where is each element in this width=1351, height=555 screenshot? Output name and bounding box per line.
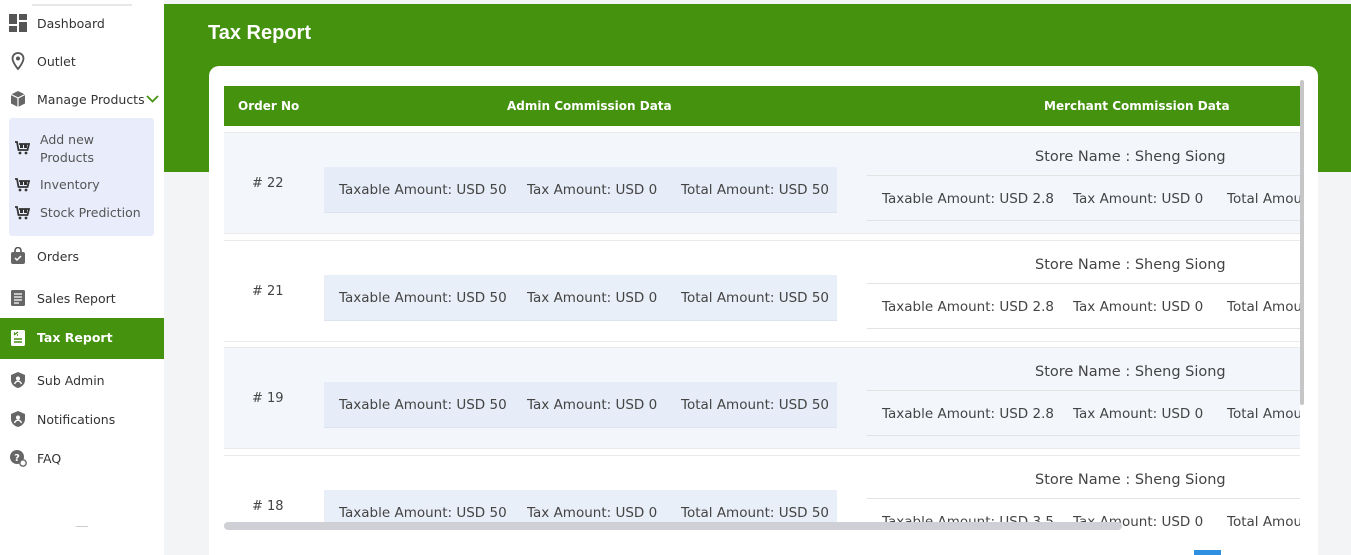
pagination-indicator[interactable]: [1194, 550, 1221, 555]
sidebar-item-manage-products[interactable]: Manage Products: [0, 89, 164, 109]
order-number: # 19: [252, 391, 284, 406]
merchant-total-amount: Total Amou: [1227, 191, 1300, 207]
sidebar-item-label: Sub Admin: [37, 372, 105, 388]
admin-taxable-amount: Taxable Amount: USD 50: [339, 290, 507, 306]
admin-total-amount: Total Amount: USD 50: [681, 505, 830, 521]
submenu-item-label: Inventory: [40, 177, 100, 192]
sidebar-item-dashboard[interactable]: Dashboard: [0, 13, 164, 33]
header-admin-commission: Admin Commission Data: [507, 99, 672, 113]
sidebar-item-label: Manage Products: [37, 91, 145, 107]
vertical-scrollbar[interactable]: [1300, 80, 1304, 405]
admin-commission-data: Taxable Amount: USD 50 Tax Amount: USD 0…: [324, 490, 837, 526]
merchant-tax-amount: Tax Amount: USD 0: [1073, 299, 1204, 315]
admin-taxable-amount: Taxable Amount: USD 50: [339, 397, 507, 413]
merchant-total-amount: Total Amou: [1227, 299, 1300, 315]
sidebar-item-tax-report[interactable]: Tax Report: [0, 318, 164, 359]
header-merchant-commission: Merchant Commission Data: [1044, 99, 1230, 113]
horizontal-scrollbar[interactable]: [224, 522, 1122, 530]
sidebar-top-divider: [32, 4, 132, 6]
sidebar-item-outlet[interactable]: Outlet: [0, 51, 164, 71]
cart-icon: [14, 205, 30, 221]
tax-report-table[interactable]: Order No Admin Commission Data Merchant …: [224, 86, 1300, 526]
store-name: Store Name : Sheng Siong: [1035, 472, 1226, 488]
admin-commission-data: Taxable Amount: USD 50 Tax Amount: USD 0…: [324, 275, 837, 321]
merchant-taxable-amount: Taxable Amount: USD 2.8: [882, 299, 1054, 315]
store-name: Store Name : Sheng Siong: [1035, 364, 1226, 380]
merchant-total-amount: Total Amou: [1227, 514, 1300, 526]
admin-taxable-amount: Taxable Amount: USD 50: [339, 182, 507, 198]
table-row[interactable]: # 21 Taxable Amount: USD 50 Tax Amount: …: [224, 240, 1300, 342]
admin-total-amount: Total Amount: USD 50: [681, 182, 830, 198]
sidebar-item-sales-report[interactable]: Sales Report: [0, 288, 164, 308]
admin-total-amount: Total Amount: USD 50: [681, 397, 830, 413]
shopping-bag-icon: [9, 247, 27, 265]
sidebar-item-label: Notifications: [37, 411, 116, 427]
store-name: Store Name : Sheng Siong: [1035, 257, 1226, 273]
submenu-item-label: Stock Prediction: [40, 205, 141, 220]
merchant-commission-data: Taxable Amount: USD 2.8 Tax Amount: USD …: [867, 283, 1300, 329]
cart-icon: [14, 177, 30, 193]
sidebar-item-sub-admin[interactable]: Sub Admin: [0, 370, 164, 390]
submenu-item-inventory[interactable]: Inventory: [9, 176, 154, 196]
sidebar-item-label: Tax Report: [37, 330, 113, 345]
cart-icon: [14, 140, 30, 156]
merchant-commission-data: Taxable Amount: USD 2.8 Tax Amount: USD …: [867, 390, 1300, 436]
submenu-item-stock-prediction[interactable]: Stock Prediction: [9, 204, 154, 224]
location-pin-icon: [9, 52, 27, 70]
order-number: # 18: [252, 499, 284, 514]
sidebar-item-label: Dashboard: [37, 15, 105, 31]
report-icon: [9, 289, 27, 307]
store-name: Store Name : Sheng Siong: [1035, 149, 1226, 165]
admin-tax-amount: Tax Amount: USD 0: [527, 505, 658, 521]
sidebar-item-notifications[interactable]: Notifications: [0, 409, 164, 429]
table-row[interactable]: # 19 Taxable Amount: USD 50 Tax Amount: …: [224, 347, 1300, 449]
sidebar-item-label: Sales Report: [37, 290, 116, 306]
sidebar-bottom-divider: [76, 526, 88, 527]
sidebar-item-label: FAQ: [37, 450, 62, 466]
header-order-no: Order No: [238, 99, 300, 113]
chevron-down-icon[interactable]: [146, 93, 159, 108]
admin-commission-data: Taxable Amount: USD 50 Tax Amount: USD 0…: [324, 167, 837, 213]
sidebar-item-faq[interactable]: ? FAQ: [0, 448, 164, 468]
products-icon: [9, 90, 27, 108]
merchant-taxable-amount: Taxable Amount: USD 2.8: [882, 191, 1054, 207]
merchant-commission-data: Taxable Amount: USD 2.8 Tax Amount: USD …: [867, 175, 1300, 221]
admin-total-amount: Total Amount: USD 50: [681, 290, 830, 306]
faq-icon: ?: [9, 449, 27, 467]
admin-tax-amount: Tax Amount: USD 0: [527, 290, 658, 306]
order-number: # 22: [252, 176, 284, 191]
submenu-item-label: Add new Products: [40, 132, 95, 165]
merchant-tax-amount: Tax Amount: USD 0: [1073, 406, 1204, 422]
merchant-total-amount: Total Amou: [1227, 406, 1300, 422]
tax-report-icon: [9, 329, 27, 347]
sidebar-item-orders[interactable]: Orders: [0, 246, 164, 266]
order-number: # 21: [252, 284, 284, 299]
merchant-taxable-amount: Taxable Amount: USD 2.8: [882, 406, 1054, 422]
admin-tax-amount: Tax Amount: USD 0: [527, 397, 658, 413]
sidebar: Dashboard Outlet Manage Products Add new…: [0, 0, 164, 555]
sidebar-item-label: Outlet: [37, 53, 76, 69]
table-row[interactable]: # 22 Taxable Amount: USD 50 Tax Amount: …: [224, 132, 1300, 234]
notification-shield-icon: [9, 410, 27, 428]
table-row[interactable]: # 18 Taxable Amount: USD 50 Tax Amount: …: [224, 455, 1300, 526]
shield-user-icon: [9, 371, 27, 389]
admin-tax-amount: Tax Amount: USD 0: [527, 182, 658, 198]
merchant-tax-amount: Tax Amount: USD 0: [1073, 191, 1204, 207]
submenu-item-add-new-products[interactable]: Add new Products: [9, 130, 154, 168]
table-header: Order No Admin Commission Data Merchant …: [224, 86, 1300, 126]
sidebar-item-label: Orders: [37, 248, 80, 264]
admin-taxable-amount: Taxable Amount: USD 50: [339, 505, 507, 521]
dashboard-icon: [9, 14, 27, 32]
manage-products-submenu: Add new Products Inventory Stock Predict…: [9, 118, 154, 236]
page-title: Tax Report: [208, 22, 311, 44]
admin-commission-data: Taxable Amount: USD 50 Tax Amount: USD 0…: [324, 382, 837, 428]
